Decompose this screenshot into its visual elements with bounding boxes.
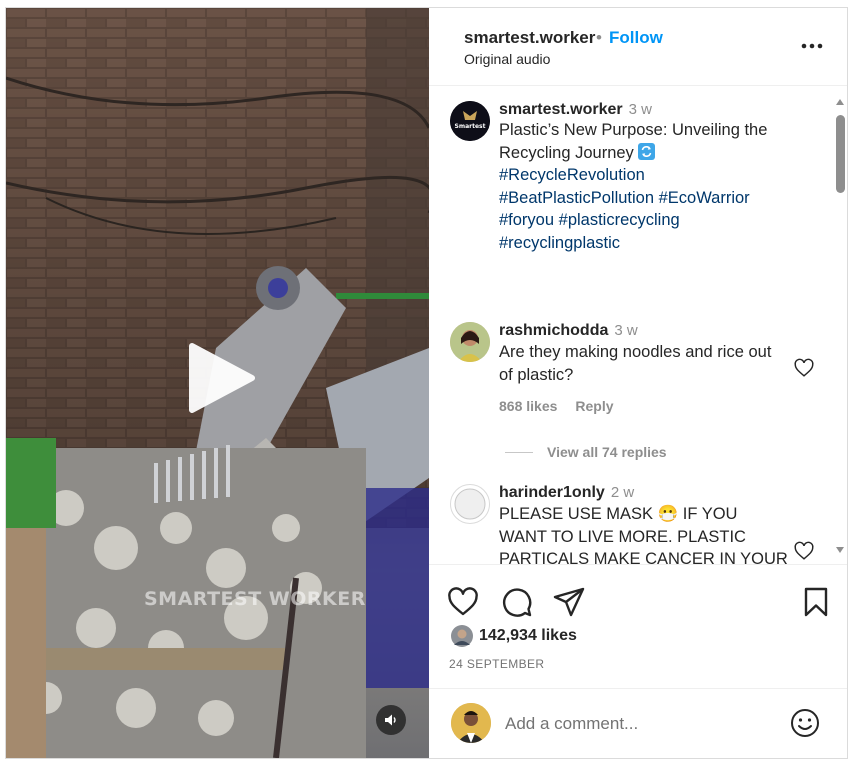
comment-input[interactable] [505, 711, 765, 737]
user-photo-icon [450, 322, 490, 362]
comment-username[interactable]: harinder1only [499, 484, 605, 501]
caption-line-text: Recycling Journey [499, 143, 634, 162]
hashtag-link[interactable]: #BeatPlasticPollution [499, 189, 654, 207]
share-paper-plane-icon[interactable] [552, 585, 586, 619]
author-username[interactable]: smartest.worker [464, 28, 595, 48]
save-bookmark-icon[interactable] [799, 585, 833, 619]
scrollbar-thumb[interactable] [836, 115, 845, 193]
current-user-avatar [451, 703, 491, 743]
hashtag-link[interactable]: #plasticrecycling [559, 211, 680, 229]
post-dialog: SMARTEST WORKER smartest.worker • Follow… [5, 7, 848, 759]
comment-time[interactable]: 3 w [614, 322, 637, 339]
hashtag-link[interactable]: #recyclingplastic [499, 234, 620, 252]
mute-toggle-button[interactable] [376, 705, 406, 735]
caption-username[interactable]: smartest.worker [499, 101, 623, 118]
add-comment-bar [429, 688, 847, 758]
play-icon[interactable] [180, 338, 260, 418]
svg-text:Smartest: Smartest [455, 123, 486, 130]
comment-text: PLEASE USE MASK 😷 IF YOU WANT TO LIVE MO… [499, 505, 788, 564]
reel-video[interactable]: SMARTEST WORKER [6, 8, 429, 758]
brand-logo-icon: Smartest [450, 101, 490, 141]
comments-scrollbar[interactable] [833, 95, 847, 565]
repeat-emoji-icon: 🔄 [638, 142, 656, 160]
speaker-icon [385, 714, 396, 726]
commenter-avatar[interactable] [450, 484, 490, 524]
view-replies-link[interactable]: View all 74 replies [547, 444, 667, 460]
replies-divider [505, 451, 533, 453]
like-comment-heart-icon[interactable] [793, 357, 815, 379]
comments-list[interactable]: Smartest smartest.worker 3 w Plastic’s Ne… [429, 86, 847, 564]
caption-line: Recycling Journey 🔄 [499, 142, 799, 165]
audio-link[interactable]: Original audio [464, 51, 550, 67]
comment-meta: 868 likes Reply [499, 398, 789, 414]
comment-item: rashmichodda 3 w Are they making noodles … [499, 322, 789, 414]
comment-text: Are they making noodles and rice out of … [499, 343, 772, 384]
reply-button[interactable]: Reply [575, 398, 613, 414]
caption-time[interactable]: 3 w [629, 101, 652, 118]
post-actions: 142,934 likes 24 SEPTEMBER [429, 564, 847, 688]
hashtag-link[interactable]: #foryou [499, 211, 554, 229]
like-heart-icon[interactable] [446, 585, 480, 619]
more-options-icon[interactable] [799, 33, 825, 59]
view-replies-row[interactable]: View all 74 replies [505, 444, 667, 460]
hashtag-link[interactable]: #RecycleRevolution [499, 166, 645, 184]
video-watermark: SMARTEST WORKER [144, 588, 366, 610]
separator-dot: • [596, 28, 602, 47]
comment-time[interactable]: 2 w [611, 484, 634, 501]
liker-avatar-icon [451, 625, 473, 647]
author-avatar[interactable]: Smartest [450, 101, 490, 141]
default-avatar-icon [454, 488, 486, 520]
scroll-up-arrow-icon[interactable] [833, 95, 847, 109]
caption-text: Plastic’s New Purpose: Unveiling the Rec… [499, 119, 799, 254]
emoji-picker-icon[interactable] [789, 707, 821, 739]
post-header: smartest.worker • Follow Original audio [429, 8, 847, 86]
commenter-avatar[interactable] [450, 322, 490, 362]
hashtag-link[interactable]: #EcoWarrior [659, 189, 750, 207]
user-photo-icon [451, 703, 491, 743]
comment-bubble-icon[interactable] [500, 585, 534, 619]
post-date[interactable]: 24 SEPTEMBER [449, 657, 545, 671]
caption-line: Plastic’s New Purpose: Unveiling the [499, 121, 768, 139]
likes-count[interactable]: 142,934 likes [479, 627, 577, 645]
comment-item: harinder1only 2 w PLEASE USE MASK 😷 IF YO… [499, 484, 789, 564]
comment-username[interactable]: rashmichodda [499, 322, 608, 339]
likes-summary[interactable]: 142,934 likes [451, 625, 577, 647]
caption: smartest.worker 3 w Plastic’s New Purpose… [499, 101, 799, 254]
scroll-down-arrow-icon[interactable] [833, 543, 847, 557]
like-comment-heart-icon[interactable] [793, 540, 815, 562]
follow-button[interactable]: Follow [609, 28, 663, 48]
comment-likes-count[interactable]: 868 likes [499, 398, 557, 414]
